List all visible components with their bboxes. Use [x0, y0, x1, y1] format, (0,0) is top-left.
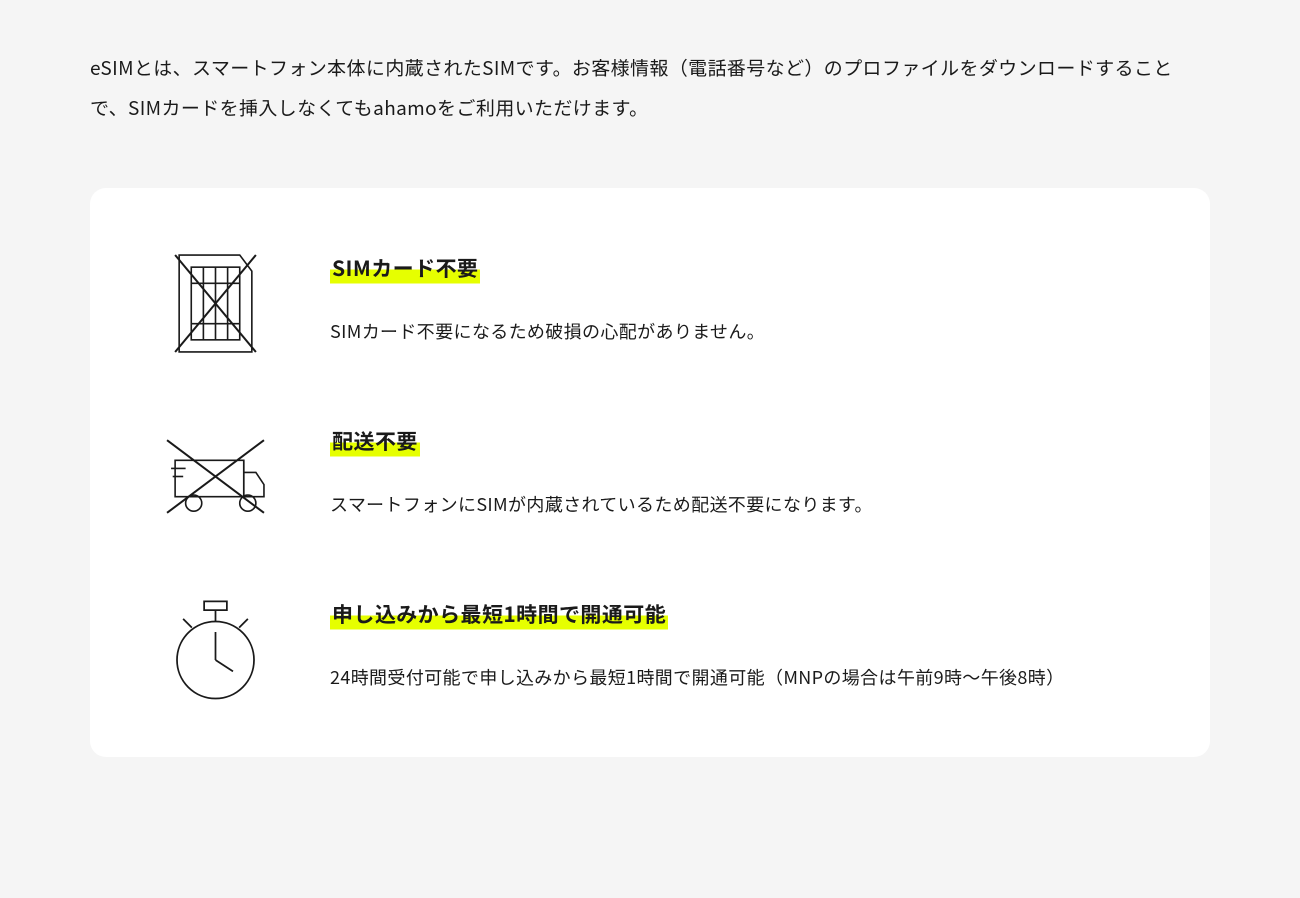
no-sim-card-icon [155, 243, 275, 356]
feature-content: 申し込みから最短1時間で開通可能 24時間受付可能で申し込みから最短1時間で開通… [330, 589, 1140, 696]
esim-section: eSIMとは、スマートフォン本体に内蔵されたSIMです。お客様情報（電話番号など… [0, 0, 1300, 797]
feature-title: SIMカード不要 [330, 251, 480, 285]
feature-description: スマートフォンにSIMが内蔵されているため配送不要になります。 [330, 486, 1140, 523]
feature-content: SIMカード不要 SIMカード不要になるため破損の心配がありません。 [330, 243, 1140, 350]
feature-card: SIMカード不要 SIMカード不要になるため破損の心配がありません。 [90, 188, 1210, 757]
stopwatch-icon [155, 589, 275, 702]
feature-description: SIMカード不要になるため破損の心配がありません。 [330, 313, 1140, 350]
no-delivery-icon [155, 416, 275, 529]
intro-text: eSIMとは、スマートフォン本体に内蔵されたSIMです。お客様情報（電話番号など… [90, 48, 1210, 128]
feature-title: 申し込みから最短1時間で開通可能 [330, 597, 668, 631]
feature-item-time: 申し込みから最短1時間で開通可能 24時間受付可能で申し込みから最短1時間で開通… [155, 589, 1140, 702]
feature-title: 配送不要 [330, 424, 420, 458]
feature-content: 配送不要 スマートフォンにSIMが内蔵されているため配送不要になります。 [330, 416, 1140, 523]
feature-item-sim: SIMカード不要 SIMカード不要になるため破損の心配がありません。 [155, 243, 1140, 356]
feature-item-delivery: 配送不要 スマートフォンにSIMが内蔵されているため配送不要になります。 [155, 416, 1140, 529]
feature-description: 24時間受付可能で申し込みから最短1時間で開通可能（MNPの場合は午前9時〜午後… [330, 659, 1140, 696]
